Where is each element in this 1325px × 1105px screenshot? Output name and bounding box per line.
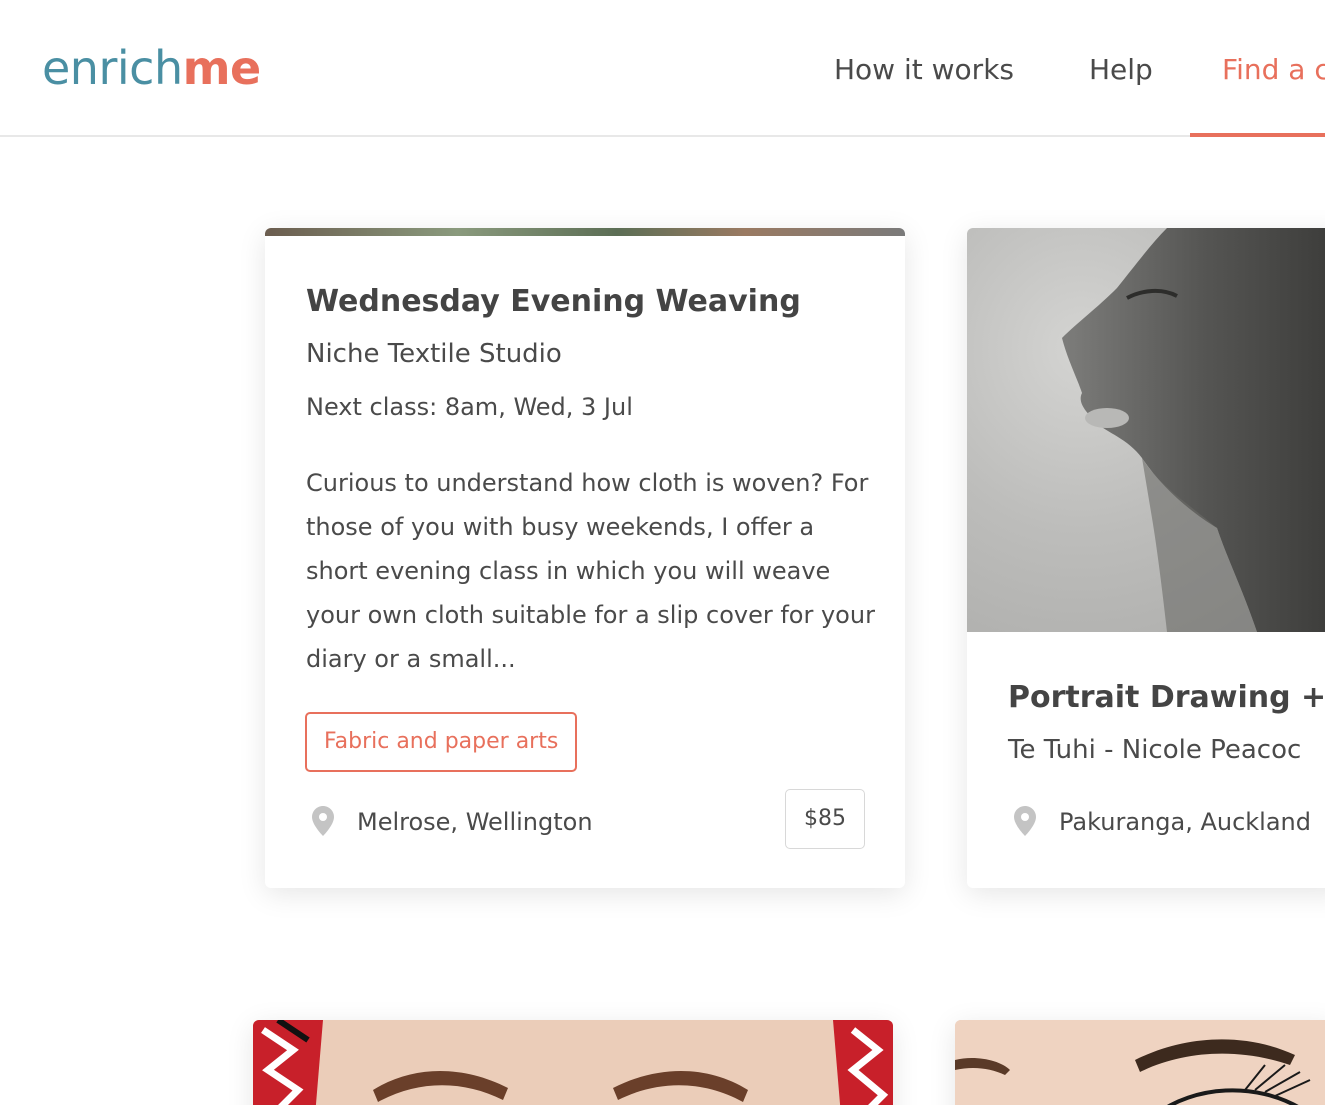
- map-pin-icon: [312, 806, 334, 836]
- class-title[interactable]: Portrait Drawing + I: [1008, 678, 1325, 718]
- class-provider: Te Tuhi - Nicole Peacoc: [1008, 735, 1302, 765]
- card-image: [265, 228, 905, 236]
- next-class-time: Next class: 8am, Wed, 3 Jul: [306, 393, 633, 421]
- card-image: [955, 1020, 1325, 1105]
- class-card[interactable]: [955, 1020, 1325, 1105]
- nav-help[interactable]: Help: [1089, 52, 1153, 88]
- class-card[interactable]: Wednesday Evening Weaving Niche Textile …: [265, 228, 905, 888]
- class-card[interactable]: Portrait Drawing + I Te Tuhi - Nicole Pe…: [967, 228, 1325, 888]
- logo-text-enrich: enrich: [42, 41, 183, 95]
- class-provider: Niche Textile Studio: [306, 339, 562, 369]
- nav-active-indicator: [1190, 133, 1325, 137]
- map-pin-icon: [1014, 806, 1036, 836]
- portrait-drawing-image: [1062, 228, 1325, 632]
- logo[interactable]: enrichme: [42, 40, 261, 96]
- class-location: Melrose, Wellington: [357, 808, 593, 836]
- eye-makeup-image: [955, 1020, 1325, 1105]
- makeup-face-image: [253, 1020, 893, 1105]
- class-title[interactable]: Wednesday Evening Weaving: [306, 282, 801, 322]
- nav-how-it-works[interactable]: How it works: [834, 52, 1014, 88]
- category-tag[interactable]: Fabric and paper arts: [305, 712, 578, 772]
- class-card[interactable]: [253, 1020, 893, 1105]
- price-badge: $85: [785, 789, 865, 849]
- class-description: Curious to understand how cloth is woven…: [306, 469, 875, 673]
- nav-find-a-class[interactable]: Find a c: [1222, 52, 1325, 88]
- logo-text-me: me: [182, 41, 262, 95]
- site-header: enrichme How it works Help Find a c: [0, 0, 1325, 137]
- class-location: Pakuranga, Auckland: [1059, 808, 1311, 836]
- card-image: [253, 1020, 893, 1105]
- card-image: [967, 228, 1325, 632]
